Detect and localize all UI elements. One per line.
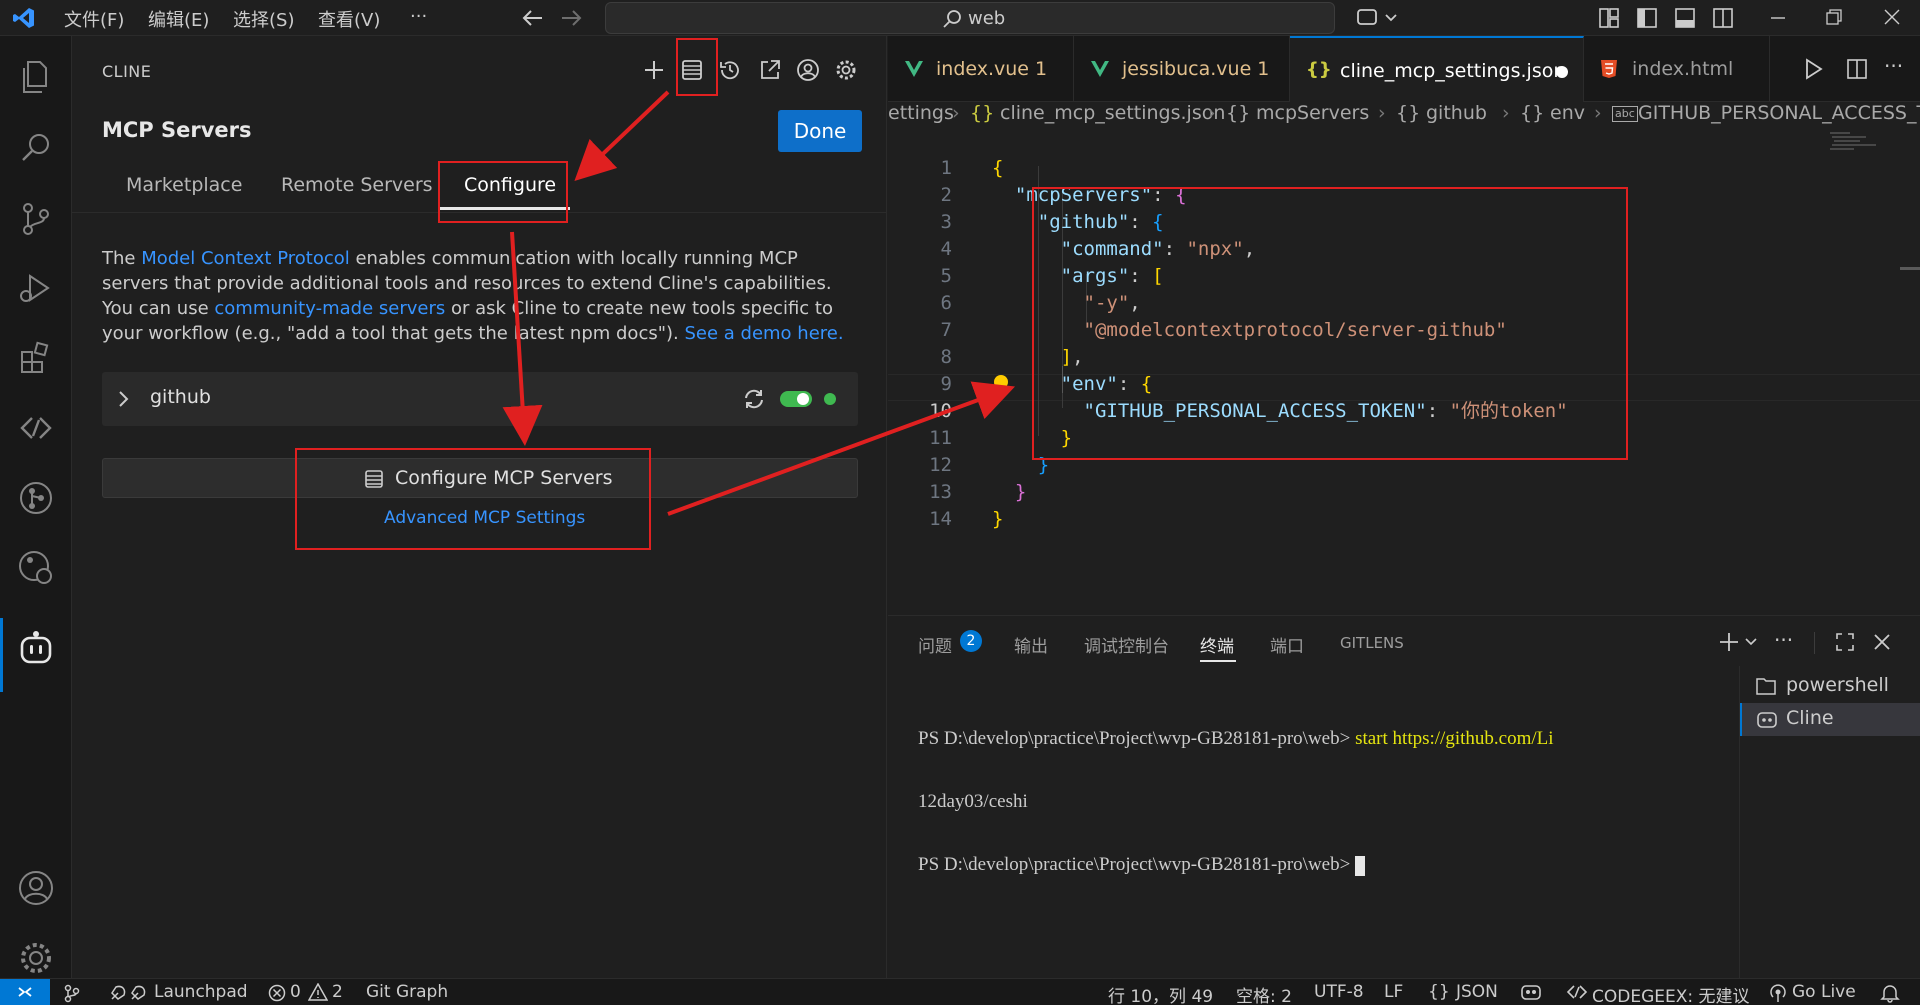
annotation-arrows <box>502 90 1016 516</box>
